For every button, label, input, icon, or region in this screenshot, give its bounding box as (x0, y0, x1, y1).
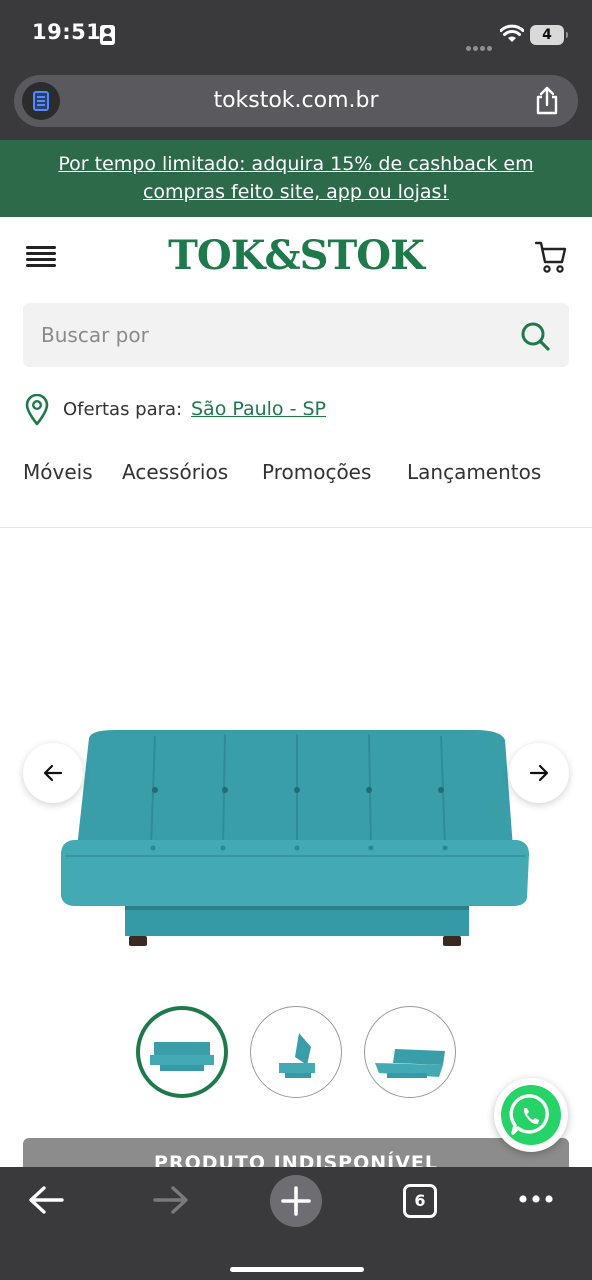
status-bar: 19:51 4 (0, 0, 592, 70)
product-gallery (0, 528, 592, 1168)
arrow-left-icon (43, 764, 63, 782)
location-label: Ofertas para: (63, 399, 183, 420)
nav-item-promocoes[interactable]: Promoções (262, 460, 371, 484)
phone-screen: 19:51 4 tokstok.com.br Por tempo limitad… (0, 0, 592, 1280)
search-box (23, 303, 569, 367)
address-bar[interactable]: tokstok.com.br (14, 75, 578, 127)
share-icon[interactable] (534, 86, 560, 116)
browser-toolbar: 6 (0, 1167, 592, 1280)
location-pin-icon (25, 394, 49, 426)
nav-item-lancamentos[interactable]: Lançamentos (407, 460, 541, 484)
gallery-next-button[interactable] (509, 743, 569, 803)
url-text[interactable]: tokstok.com.br (14, 88, 578, 113)
new-tab-button[interactable] (270, 1175, 322, 1227)
cart-icon[interactable] (534, 240, 568, 274)
more-icon[interactable] (518, 1193, 554, 1205)
site-logo[interactable]: TOK&STOK (0, 232, 592, 279)
product-image[interactable] (55, 728, 535, 958)
nav-item-acessorios[interactable]: Acessórios (122, 460, 228, 484)
tabs-button[interactable]: 6 (403, 1184, 437, 1218)
status-time: 19:51 (32, 20, 102, 44)
gallery-prev-button[interactable] (23, 743, 83, 803)
search-icon[interactable] (519, 320, 551, 352)
person-badge-icon (100, 25, 115, 45)
thumbnail-1[interactable] (136, 1006, 228, 1098)
arrow-right-icon (529, 764, 549, 782)
whatsapp-button[interactable] (494, 1078, 568, 1152)
whatsapp-icon (509, 1094, 549, 1135)
location-city-link[interactable]: São Paulo - SP (191, 398, 326, 420)
wifi-icon (500, 24, 524, 42)
nav-item-moveis[interactable]: Móveis (23, 460, 93, 484)
category-nav: Móveis Acessórios Promoções Lançamentos (0, 456, 592, 496)
plus-icon (281, 1186, 311, 1216)
promo-link[interactable]: Por tempo limitado: adquira 15% de cashb… (58, 153, 533, 203)
back-icon[interactable] (28, 1185, 64, 1215)
search-input[interactable] (41, 303, 501, 367)
forward-icon (153, 1186, 188, 1214)
signal-icon (466, 36, 494, 55)
promo-banner[interactable]: Por tempo limitado: adquira 15% de cashb… (0, 140, 592, 217)
thumbnail-3[interactable] (364, 1006, 456, 1098)
thumbnail-2[interactable] (250, 1006, 342, 1098)
browser-address-area: tokstok.com.br (0, 70, 592, 140)
home-indicator (230, 1267, 364, 1272)
battery-icon: 4 (530, 25, 568, 45)
